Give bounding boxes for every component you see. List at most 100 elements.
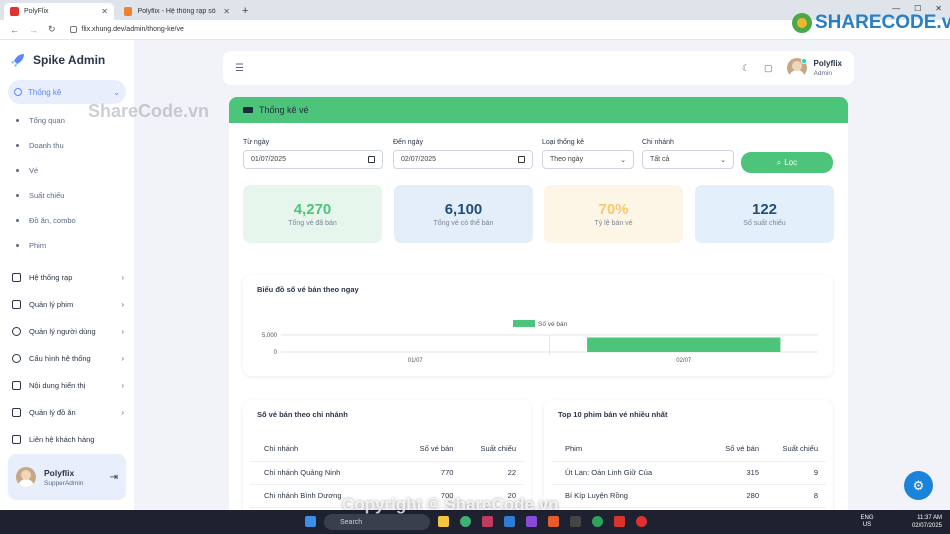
file-explorer-icon[interactable]: [438, 516, 449, 527]
top-header: ☰ ☾ ▢ Polyflix Admin: [223, 51, 854, 85]
settings-fab[interactable]: ⚙: [904, 471, 933, 500]
legend-swatch: [513, 320, 535, 327]
submenu-label: Phim: [29, 241, 47, 250]
reload-icon[interactable]: ↻: [48, 24, 56, 35]
menu-toggle-icon[interactable]: ☰: [235, 63, 244, 74]
header-user[interactable]: Polyflix Admin: [786, 58, 842, 80]
from-date-input[interactable]: 01/07/2025: [243, 150, 383, 169]
type-label: Loại thống kê: [542, 139, 585, 146]
submenu-label: Doanh thu: [29, 141, 64, 150]
to-date-group: Đến ngày 02/07/2025: [393, 139, 533, 169]
site-info-icon[interactable]: [69, 26, 77, 33]
language-indicator[interactable]: ENG US: [860, 515, 874, 529]
card-header: Thống kê vé: [229, 97, 848, 123]
chrome-icon[interactable]: [460, 516, 471, 527]
submenu-item[interactable]: Phim: [16, 233, 134, 258]
col-header: Số vé bán: [398, 437, 454, 462]
terminal-icon[interactable]: [570, 516, 581, 527]
sidebar-item-noi-dung[interactable]: Nội dung hiển thị ›: [0, 372, 134, 399]
type-select[interactable]: Theo ngày ⌄: [542, 150, 634, 169]
bullet-icon: [16, 144, 19, 147]
app-icon[interactable]: [482, 516, 493, 527]
legend-label: Số vé bán: [538, 319, 568, 328]
chevron-right-icon: ›: [121, 273, 124, 282]
submenu-item[interactable]: Suất chiếu: [16, 183, 134, 208]
sidebar-item-quan-ly-phim[interactable]: Quản lý phim ›: [0, 291, 134, 318]
visual-studio-icon[interactable]: [526, 516, 537, 527]
close-tab-icon[interactable]: ✕: [101, 7, 108, 16]
chevron-right-icon: ›: [121, 408, 124, 417]
stat-value: 70%: [598, 201, 629, 218]
movie-table-title: Top 10 phim bán vé nhiều nhất: [558, 410, 668, 419]
bullet-icon: [16, 219, 19, 222]
branch-table-title: Số vé bán theo chi nhánh: [257, 410, 348, 419]
sidebar-item-label: Cấu hình hệ thống: [29, 354, 91, 363]
filter-button[interactable]: ⌕ Lọc: [741, 152, 833, 173]
cell: 280: [706, 484, 759, 508]
calendar-icon[interactable]: [368, 156, 375, 163]
table-row: Chi nhánh Quảng Ninh 770 22: [250, 461, 524, 485]
sidebar-item-label: Hệ thống rạp: [29, 273, 73, 282]
sidebar-item-cau-hinh[interactable]: Cấu hình hệ thống ›: [0, 345, 134, 372]
sidebar-item-label: Liên hệ khách hàng: [29, 435, 95, 444]
stat-value: 6,100: [444, 201, 483, 218]
url-field[interactable]: flix.xhung.dev/admin/thong-ke/ve: [69, 26, 184, 33]
layout-icon: [12, 381, 21, 390]
movie-table: Phim Số vé bán Suất chiếu Út Lan: Oán Li…: [551, 437, 826, 508]
vscode-icon[interactable]: [504, 516, 515, 527]
taskbar-search[interactable]: Search: [324, 514, 430, 530]
notification-icon[interactable]: ▢: [764, 63, 773, 74]
table-row: Bí Kíp Luyện Rồng 280 8: [551, 484, 826, 508]
chart-pie-icon: [14, 88, 22, 96]
clock[interactable]: 11:37 AM 02/07/2025: [912, 514, 942, 530]
chart-bar[interactable]: [587, 337, 781, 352]
cell: 770: [398, 461, 454, 485]
page-title: Thống kê vé: [259, 105, 309, 115]
submenu-item[interactable]: Doanh thu: [16, 133, 134, 158]
app-icon[interactable]: [614, 516, 625, 527]
sidebar-item-do-an[interactable]: Quản lý đồ ăn ›: [0, 399, 134, 426]
browser-tab[interactable]: Polyflix - Hệ thống rạp số 1 th ✕: [118, 3, 236, 20]
logout-icon[interactable]: ⇥: [110, 472, 118, 483]
cinema-icon: [12, 273, 21, 282]
back-icon[interactable]: ←: [10, 25, 19, 35]
brand-name: Spike Admin: [33, 53, 106, 67]
clock-date: 02/07/2025: [911, 523, 942, 529]
ticket-icon: [243, 107, 253, 113]
calendar-icon[interactable]: [518, 156, 525, 163]
submenu-item[interactable]: Vé: [16, 158, 134, 183]
app-icon[interactable]: [636, 516, 647, 527]
stat-label: Tỷ lệ bán vé: [594, 220, 633, 227]
app-icon[interactable]: [592, 516, 603, 527]
chevron-right-icon: ›: [121, 381, 124, 390]
chart-panel: Biểu đồ số vé bán theo ngay Số vé bán 5,0…: [243, 275, 833, 376]
mail-icon: [12, 435, 21, 444]
cell: Chi nhánh Quảng Ninh: [250, 461, 399, 485]
dark-mode-icon[interactable]: ☾: [742, 63, 750, 74]
stat-value: 4,270: [293, 201, 332, 218]
bullet-icon: [16, 169, 19, 172]
sidebar-item-he-thong-rap[interactable]: Hệ thống rạp ›: [0, 264, 134, 291]
user-icon: [12, 327, 21, 336]
browser-tab-active[interactable]: PolyFlix ✕: [4, 3, 114, 20]
sidebar-item-label: Thống kê: [28, 87, 62, 97]
forward-icon[interactable]: →: [29, 25, 38, 35]
y-tick-label: 5,000: [262, 333, 278, 339]
filter-button-label: Lọc: [784, 158, 798, 167]
chevron-right-icon: ›: [121, 300, 124, 309]
sidebar-item-lien-he[interactable]: Liên hệ khách hàng: [0, 426, 134, 453]
stat-showtimes: 122 Số suất chiếu: [695, 185, 834, 243]
brand[interactable]: Spike Admin: [0, 40, 134, 80]
to-date-input[interactable]: 02/07/2025: [393, 150, 533, 169]
close-tab-icon[interactable]: ✕: [223, 7, 230, 16]
col-header: Chi nhánh: [250, 437, 399, 462]
branch-select[interactable]: Tất cả ⌄: [642, 150, 734, 169]
sidebar-item-quan-ly-nguoi-dung[interactable]: Quản lý người dùng ›: [0, 318, 134, 345]
new-tab-icon[interactable]: +: [242, 5, 248, 17]
windows-start-icon[interactable]: [305, 516, 316, 527]
submenu-item[interactable]: Đồ ăn, combo: [16, 208, 134, 233]
col-header: Suất chiếu: [759, 437, 826, 462]
cell: 8: [759, 484, 826, 508]
app-icon[interactable]: [548, 516, 559, 527]
stat-value: 122: [751, 201, 778, 218]
